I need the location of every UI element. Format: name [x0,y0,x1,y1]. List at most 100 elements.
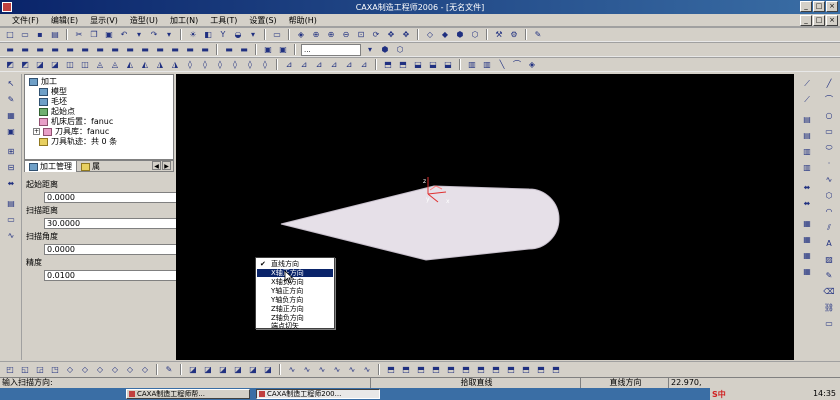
doc-close-button[interactable]: × [826,15,838,26]
plunge-icon[interactable]: ◮ [154,59,166,70]
fillet-icon[interactable]: ▬ [64,44,76,55]
hidden-line-icon[interactable]: ◆ [439,29,451,40]
pencil-mill-icon[interactable]: ◬ [109,59,121,70]
measure-icon[interactable]: ▬ [238,44,250,55]
doc-minimize-button[interactable]: _ [800,15,812,26]
zoom-in-icon[interactable]: ⊕ [325,29,337,40]
trim-curve-icon[interactable]: ▥ [801,146,813,157]
arc-icon[interactable]: ⌒ [511,59,523,70]
circle-tool-icon[interactable]: ○ [823,110,835,121]
curve-e-icon[interactable]: ∿ [346,364,358,375]
layer-icon[interactable]: ◧ [202,29,214,40]
menu-item-x-positive[interactable]: X轴正方向 [257,269,333,277]
loft-icon[interactable]: ▬ [49,44,61,55]
point-tool-icon[interactable]: · [823,158,835,169]
color-dropdown-icon[interactable]: ▾ [247,29,259,40]
constraint-icon[interactable]: ⊟ [5,162,17,173]
tab-properties[interactable]: 属 [77,161,104,172]
rib-icon[interactable]: ▬ [139,44,151,55]
light-icon[interactable]: ☀ [187,29,199,40]
pencil-icon[interactable]: ✎ [532,29,544,40]
roughing-icon[interactable]: ◩ [4,59,16,70]
pen-icon[interactable]: ✎ [163,364,175,375]
sweep-distance-input[interactable]: 30.0000 [44,218,196,229]
menu-item-y-negative[interactable]: Y轴负方向 [257,296,333,304]
snap-1-icon[interactable]: ◪ [187,364,199,375]
task-main-window[interactable]: CAXA制造工程师200... [256,389,380,399]
menu-item-x-negative[interactable]: X轴负方向 [257,278,333,286]
redo-icon[interactable]: ↷ [148,29,160,40]
menu-item-endpoint-tangent[interactable]: 端点切矢 [257,322,333,330]
view-top-icon[interactable]: ◱ [19,364,31,375]
surface-tool-icon[interactable]: ▦ [801,218,813,229]
chain-tool-icon[interactable]: ⛓ [823,302,835,313]
menu-settings[interactable]: 设置(S) [249,15,276,26]
corner-icon[interactable]: ◊ [259,59,271,70]
view-side-icon[interactable]: ◲ [34,364,46,375]
arc-tool-icon[interactable]: ⌒ [823,94,835,105]
snap-3-icon[interactable]: ◪ [217,364,229,375]
draft-icon[interactable]: ▬ [124,44,136,55]
shaded-icon[interactable]: ⬢ [454,29,466,40]
menu-help[interactable]: 帮助(H) [289,15,317,26]
rotate-icon[interactable]: ⟳ [370,29,382,40]
transform-icon[interactable]: ⬌ [801,182,813,193]
surf-d-icon[interactable]: ⬒ [430,364,442,375]
spring-icon[interactable]: ∿ [5,230,17,241]
curve-d-icon[interactable]: ∿ [331,364,343,375]
pen-tool-icon[interactable]: ✎ [823,270,835,281]
curve-a-icon[interactable]: ∿ [286,364,298,375]
menu-machining[interactable]: 加工(N) [170,15,198,26]
measure-tool-icon[interactable]: ▭ [823,318,835,329]
delete-point-icon[interactable]: ⊿ [358,59,370,70]
dimension-icon[interactable]: ⊞ [5,146,17,157]
tab-scroll-left-icon[interactable]: ◀ [152,161,161,170]
wireframe-icon[interactable]: ◇ [424,29,436,40]
task-help-window[interactable]: CAXA制造工程师帮... [126,389,250,399]
drill-icon[interactable]: ◭ [124,59,136,70]
view-iso-icon[interactable]: ◳ [49,364,61,375]
menu-tools[interactable]: 工具(T) [210,15,237,26]
boolean-icon[interactable]: ▬ [199,44,211,55]
snap-4-icon[interactable]: ◪ [232,364,244,375]
zoom-icon[interactable]: ⊕ [310,29,322,40]
new-file-icon[interactable]: □ [4,29,16,40]
menu-edit[interactable]: 编辑(E) [51,15,78,26]
layer-combo[interactable]: ... [301,43,361,56]
hatch-tool-icon[interactable]: ▨ [823,254,835,265]
polygon-tool-icon[interactable]: ⬡ [823,190,835,201]
combo-dropdown-icon[interactable]: ▾ [364,44,376,55]
filter-icon[interactable]: Y [217,29,229,40]
zoom-out-icon[interactable]: ⊖ [340,29,352,40]
toolpath2-icon[interactable]: ▥ [481,59,493,70]
transform2-icon[interactable]: ⬌ [801,198,813,209]
surf-j-icon[interactable]: ⬒ [520,364,532,375]
surf-a-icon[interactable]: ⬒ [385,364,397,375]
cut-feature-icon[interactable]: ▬ [184,44,196,55]
check-icon[interactable]: ⬓ [442,59,454,70]
cut-icon[interactable]: ✂ [73,29,85,40]
surface-tool4-icon[interactable]: ▦ [801,266,813,277]
projection-icon[interactable]: ◊ [229,59,241,70]
tree-item-toolpaths[interactable]: 刀具轨迹：共 0 条 [39,136,117,147]
analysis-icon[interactable]: ▬ [223,44,235,55]
sweep-angle-input[interactable]: 0.0000 [44,244,196,255]
view-front-icon[interactable]: ◰ [4,364,16,375]
parallel-icon[interactable]: ◪ [49,59,61,70]
shell-icon[interactable]: ▬ [109,44,121,55]
contour-icon[interactable]: ◪ [34,59,46,70]
line-tool-icon[interactable]: ╱ [823,78,835,89]
engrave-icon[interactable]: ◭ [139,59,151,70]
save-icon[interactable]: ▪ [34,29,46,40]
minimize-button[interactable]: _ [800,1,812,12]
edit-curve-icon[interactable]: ▤ [801,114,813,125]
grid-icon[interactable]: ▦ [5,110,17,121]
paste-icon[interactable]: ▣ [103,29,115,40]
mirror-icon[interactable]: ▬ [169,44,181,55]
surf-f-icon[interactable]: ⬒ [460,364,472,375]
pan2-icon[interactable]: ✥ [400,29,412,40]
menu-item-z-positive[interactable]: Z轴正方向 [257,305,333,313]
open-file-icon[interactable]: ▭ [19,29,31,40]
area-icon[interactable]: ◫ [64,59,76,70]
camera-icon[interactable]: ▤ [5,198,17,209]
